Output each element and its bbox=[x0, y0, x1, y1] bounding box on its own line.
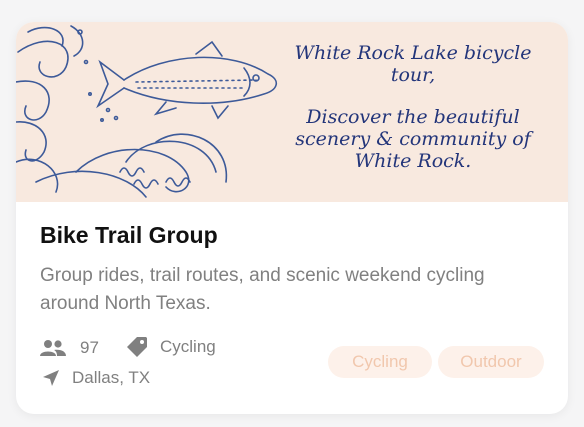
banner-line: scenery & community of bbox=[295, 128, 531, 150]
banner-caption: White Rock Lake bicycle tour, Discover t… bbox=[278, 42, 548, 172]
tag-chip[interactable]: Cycling bbox=[328, 346, 432, 378]
group-card[interactable]: White Rock Lake bicycle tour, Discover t… bbox=[16, 22, 568, 414]
category: Cycling bbox=[126, 336, 216, 358]
banner-line: White Rock Lake bicycle bbox=[294, 42, 532, 64]
people-icon bbox=[40, 339, 66, 357]
category-label: Cycling bbox=[160, 337, 216, 356]
banner-line: White Rock. bbox=[354, 150, 472, 172]
tag-chip[interactable]: Outdoor bbox=[438, 346, 544, 378]
tag-icon bbox=[126, 336, 148, 358]
location: Dallas, TX bbox=[42, 368, 150, 388]
location-label: Dallas, TX bbox=[72, 368, 151, 387]
location-arrow-icon bbox=[42, 369, 60, 387]
member-count-value: 97 bbox=[80, 338, 99, 357]
banner-line: Discover the beautiful bbox=[306, 106, 520, 128]
group-title[interactable]: Bike Trail Group bbox=[40, 222, 218, 249]
banner-image: White Rock Lake bicycle tour, Discover t… bbox=[16, 22, 568, 202]
group-description: Group rides, trail routes, and scenic we… bbox=[40, 265, 485, 314]
member-count: 97 bbox=[40, 338, 99, 358]
banner-line: tour, bbox=[390, 64, 436, 86]
